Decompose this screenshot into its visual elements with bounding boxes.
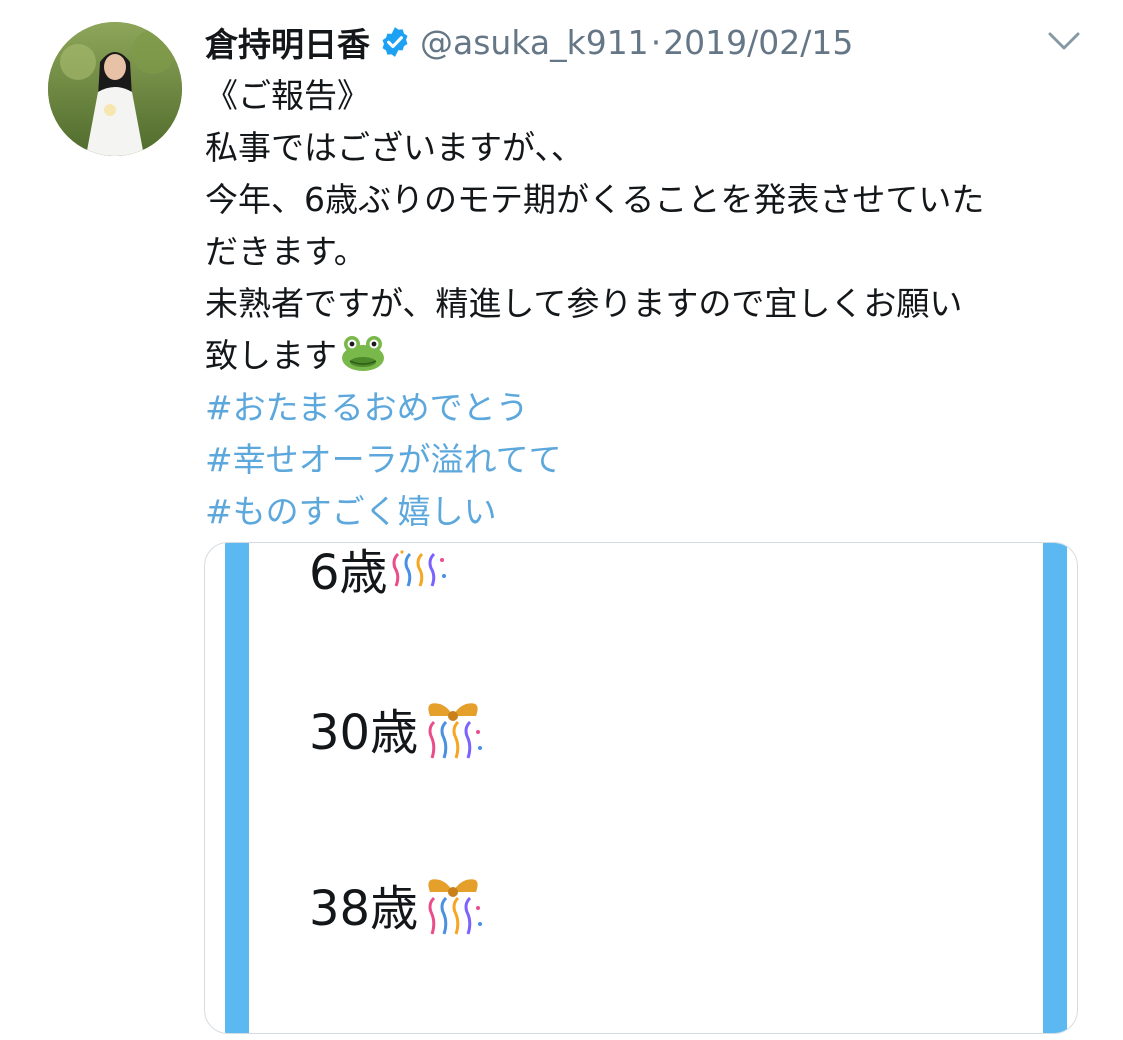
gift-confetti-icon bbox=[418, 696, 486, 760]
avatar[interactable] bbox=[48, 22, 182, 156]
age-item: 6歳 bbox=[309, 543, 450, 603]
confetti-icon bbox=[388, 546, 450, 590]
text-line: 今年、6歳ぶりのモテ期がくることを発表させていた bbox=[205, 180, 985, 219]
gift-confetti-icon bbox=[418, 872, 486, 936]
text-line-with-emoji: 致します bbox=[205, 330, 1085, 382]
text-line: 私事ではございますが、、 bbox=[205, 128, 584, 167]
age-item: 30歳 bbox=[309, 693, 486, 763]
attached-image[interactable]: 6歳 30歳 38歳 bbox=[204, 542, 1078, 1034]
age-label: 6歳 bbox=[309, 545, 388, 601]
text-line: 致します bbox=[205, 336, 337, 375]
tweet-header: 倉持明日香 @asuka_k911 · 2019/02/15 bbox=[205, 18, 853, 66]
tweet-text: 《ご報告》 私事ではございますが、、 今年、6歳ぶりのモテ期がくることを発表させ… bbox=[205, 70, 1085, 538]
text-line: だきます。 bbox=[205, 232, 367, 271]
frog-emoji-icon bbox=[339, 333, 387, 373]
separator-dot: · bbox=[650, 22, 662, 62]
age-item: 38歳 bbox=[309, 869, 486, 939]
text-line: 未熟者ですが、精進して参りますので宜しくお願い bbox=[205, 284, 963, 323]
left-stripe bbox=[225, 543, 249, 1033]
age-label: 38歳 bbox=[309, 881, 419, 937]
text-line: 《ご報告》 bbox=[205, 76, 370, 115]
right-stripe bbox=[1043, 543, 1067, 1033]
tweet-date[interactable]: 2019/02/15 bbox=[663, 23, 853, 62]
chevron-down-icon[interactable] bbox=[1044, 26, 1084, 56]
verified-badge-icon bbox=[378, 25, 412, 59]
age-label: 30歳 bbox=[309, 705, 419, 761]
handle[interactable]: @asuka_k911 bbox=[420, 23, 649, 62]
display-name[interactable]: 倉持明日香 bbox=[205, 18, 370, 66]
hashtag-link[interactable]: #幸せオーラが溢れてて bbox=[205, 434, 1085, 486]
hashtag-link[interactable]: #ものすごく嬉しい bbox=[205, 486, 1085, 538]
hashtag-link[interactable]: #おたまるおめでとう bbox=[205, 382, 1085, 434]
